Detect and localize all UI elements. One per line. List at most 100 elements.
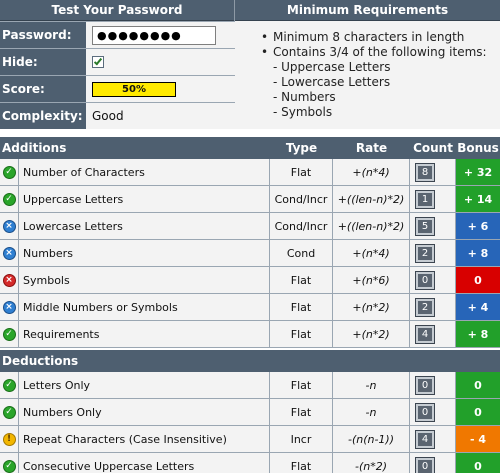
failure-icon: × [2,273,16,287]
criteria-rate: -(n*2) [333,453,410,473]
complexity-row: Complexity: Good [0,102,235,129]
criteria-name: Numbers Only [19,399,270,425]
criteria-rate: +((len-n)*2) [333,213,410,239]
table-row: × Numbers Cond +(n*4) 2 + 8 [0,240,500,267]
check-icon: ✓ [2,327,16,341]
requirements-list: Minimum 8 characters in length Contains … [261,30,487,120]
criteria-name: Middle Numbers or Symbols [19,294,270,320]
criteria-type: Flat [270,453,333,473]
status-cell: × [0,267,19,293]
status-cell: ✓ [0,399,19,425]
deductions-header: Deductions [0,350,500,372]
requirements-title: Minimum Requirements [235,0,500,21]
count-value: 8 [415,162,435,182]
count-header: Count [413,141,453,155]
criteria-rate: +(n*2) [333,294,410,320]
count-cell: 4 [410,426,456,452]
checkmark-icon [93,56,103,66]
requirements-panel: Minimum Requirements Minimum 8 character… [235,0,500,129]
count-value: 1 [415,189,435,209]
criteria-type: Flat [270,159,333,185]
check-icon: ✓ [2,378,16,392]
count-cell: 0 [410,372,456,398]
count-cell: 5 [410,213,456,239]
criteria-rate: -n [333,399,410,425]
password-row: Password: [0,21,235,48]
criteria-rate: -n [333,372,410,398]
criteria-type: Flat [270,267,333,293]
status-cell: × [0,294,19,320]
password-label: Password: [0,22,86,48]
bonus-value: + 8 [456,321,500,347]
exceeds-icon: × [2,246,16,260]
check-icon: ✓ [2,192,16,206]
criteria-type: Cond/Incr [270,186,333,212]
warning-icon: ! [2,432,16,446]
count-value: 0 [415,402,435,422]
bonus-value: 0 [456,267,500,293]
hide-checkbox[interactable] [92,56,104,68]
criteria-name: Uppercase Letters [19,186,270,212]
count-value: 4 [415,429,435,449]
bonus-value: - 4 [456,426,500,452]
count-cell: 4 [410,321,456,347]
count-cell: 0 [410,267,456,293]
criteria-name: Numbers [19,240,270,266]
status-cell: ! [0,426,19,452]
count-value: 0 [415,456,435,473]
criteria-name: Repeat Characters (Case Insensitive) [19,426,270,452]
criteria-name: Symbols [19,267,270,293]
bonus-header: Bonus [457,141,499,155]
count-value: 2 [415,297,435,317]
score-label: Score: [0,76,86,102]
table-row: ✓ Consecutive Uppercase Letters Flat -(n*2)… [0,453,500,473]
status-cell: ✓ [0,321,19,347]
count-value: 0 [415,270,435,290]
count-cell: 2 [410,294,456,320]
top-panel: Test Your Password Password: Hide: Score… [0,0,500,129]
status-cell: × [0,240,19,266]
complexity-value: Good [92,109,124,123]
test-password-title: Test Your Password [0,0,234,21]
status-cell: ✓ [0,186,19,212]
score-row: Score: 50% [0,75,235,102]
requirement-item: Minimum 8 characters in length [261,30,487,45]
additions-header: Additions Type Rate Count Bonus [0,137,500,159]
requirement-sub-item: - Lowercase Letters [273,75,391,89]
criteria-type: Cond [270,240,333,266]
requirement-sub-item: - Symbols [273,105,333,119]
table-row: ✓ Letters Only Flat -n 0 0 [0,372,500,399]
criteria-type: Flat [270,294,333,320]
requirement-sub-item: - Uppercase Letters [273,60,391,74]
status-cell: ✓ [0,453,19,473]
criteria-rate: +(n*4) [333,159,410,185]
exceeds-icon: × [2,219,16,233]
bonus-value: 0 [456,399,500,425]
count-cell: 8 [410,159,456,185]
rate-header: Rate [355,141,388,155]
requirement-sub-item: - Numbers [273,90,336,104]
hide-row: Hide: [0,48,235,75]
criteria-rate: -(n(n-1)) [333,426,410,452]
criteria-type: Flat [270,399,333,425]
deductions-title: Deductions [2,354,79,368]
criteria-type: Cond/Incr [270,213,333,239]
count-value: 2 [415,243,435,263]
additions-title: Additions [2,141,67,155]
bonus-value: + 8 [456,240,500,266]
score-bar: 50% [92,81,176,97]
criteria-type: Flat [270,372,333,398]
criteria-name: Requirements [19,321,270,347]
criteria-rate: +(n*2) [333,321,410,347]
bonus-value: + 14 [456,186,500,212]
bonus-value: + 32 [456,159,500,185]
count-cell: 0 [410,399,456,425]
requirement-item: Contains 3/4 of the following items: [261,45,487,60]
criteria-rate: +((len-n)*2) [333,186,410,212]
check-icon: ✓ [2,405,16,419]
count-cell: 1 [410,186,456,212]
test-password-panel: Test Your Password Password: Hide: Score… [0,0,235,129]
password-input[interactable] [92,25,216,45]
check-icon: ✓ [2,165,16,179]
criteria-name: Lowercase Letters [19,213,270,239]
